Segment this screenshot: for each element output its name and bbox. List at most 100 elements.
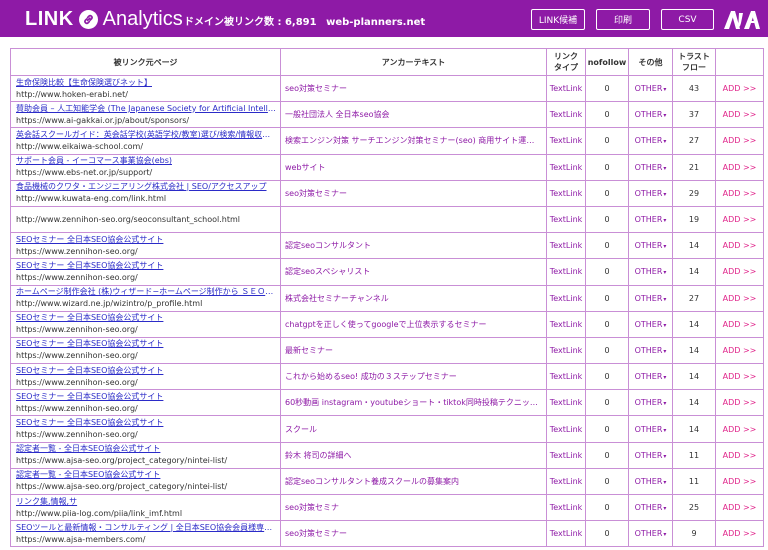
add-link-button[interactable]: ADD >> (715, 179, 764, 207)
caret-down-icon: ▾ (663, 295, 667, 303)
source-title-link[interactable]: SEOツールと最新情報・コンサルティング | 全日本SEO協会会員様専用サイト (16, 522, 276, 534)
add-link-button[interactable]: ADD >> (715, 493, 764, 522)
source-title-link[interactable]: SEOセミナー 全日本SEO協会公式サイト (16, 338, 276, 350)
link-type-cell: TextLink (546, 467, 586, 496)
other-dropdown[interactable]: OTHER▾ (628, 310, 673, 338)
source-title-link[interactable]: サポート会員 - イーコマース事業協会(ebs) (16, 155, 276, 167)
source-title-link[interactable]: SEOセミナー 全日本SEO協会公式サイト (16, 391, 276, 403)
chain-link-icon (78, 9, 98, 29)
nofollow-cell: 0 (585, 336, 629, 365)
link-candidates-button[interactable]: LINK候補 (531, 9, 585, 30)
add-link-button[interactable]: ADD >> (715, 258, 764, 286)
add-link-button[interactable]: ADD >> (715, 467, 764, 496)
backlink-count-label: ドメイン被リンク数 : 6,891 (184, 17, 317, 28)
column-header-other[interactable]: その他 (628, 48, 673, 76)
caret-down-icon: ▾ (663, 86, 667, 94)
table-row: リンク集,情報,サ http://www.piia-log.com/piia/li… (10, 493, 764, 522)
source-cell: SEOセミナー 全日本SEO協会公式サイト https://www.zenniho… (10, 232, 281, 260)
source-url: http://www.wizard.ne.jp/wizintro/p_profi… (16, 299, 203, 309)
add-link-button[interactable]: ADD >> (715, 389, 764, 417)
other-dropdown[interactable]: OTHER▾ (628, 284, 673, 312)
trust-flow-cell: 14 (672, 415, 716, 443)
table-row: SEOセミナー 全日本SEO協会公式サイト https://www.zenniho… (10, 336, 764, 365)
other-dropdown[interactable]: OTHER▾ (628, 232, 673, 260)
add-link-button[interactable]: ADD >> (715, 127, 764, 155)
add-link-button[interactable]: ADD >> (715, 153, 764, 181)
source-url: http://www.piia-log.com/piia/link_imf.ht… (16, 508, 183, 518)
add-link-button[interactable]: ADD >> (715, 336, 764, 365)
column-header-link-type[interactable]: リンク タイプ (546, 48, 586, 76)
source-title-link[interactable]: リンク集,情報,サ (16, 496, 276, 508)
trust-flow-cell: 37 (672, 101, 716, 129)
column-header-trust-flow[interactable]: トラスト フロー (672, 48, 716, 76)
add-link-button[interactable]: ADD >> (715, 415, 764, 443)
other-dropdown[interactable]: OTHER▾ (628, 336, 673, 365)
source-cell: リンク集,情報,サ http://www.piia-log.com/piia/li… (10, 493, 281, 522)
caret-down-icon: ▾ (663, 505, 667, 513)
anchor-text-cell: 鈴木 将司の詳細へ (280, 441, 547, 469)
print-button[interactable]: 印刷 (596, 9, 650, 30)
other-dropdown[interactable]: OTHER▾ (628, 101, 673, 129)
source-cell: ホームページ制作会社 (株)ウィザード−ホームページ制作から ＳＥＯ対策まで ht… (10, 284, 281, 312)
other-dropdown-label: OTHER (634, 319, 663, 329)
column-header-source[interactable]: 被リンク元ページ (10, 48, 281, 76)
link-type-header-line2: タイプ (554, 63, 578, 72)
other-dropdown[interactable]: OTHER▾ (628, 415, 673, 443)
add-link-button[interactable]: ADD >> (715, 74, 764, 103)
other-dropdown[interactable]: OTHER▾ (628, 467, 673, 496)
add-link-button[interactable]: ADD >> (715, 310, 764, 338)
link-type-header-line1: リンク (554, 52, 578, 61)
source-cell: サポート会員 - イーコマース事業協会(ebs) https://www.ebs-… (10, 153, 281, 181)
add-link-button[interactable]: ADD >> (715, 232, 764, 260)
nofollow-cell: 0 (585, 310, 629, 338)
source-title-link[interactable]: 食品機械のクワタ・エンジニアリング株式会社 | SEO/アクセスアップ (16, 181, 276, 193)
source-title-link[interactable]: 認定者一覧 - 全日本SEO協会公式サイト (16, 469, 276, 481)
table-row: ホームページ制作会社 (株)ウィザード−ホームページ制作から ＳＥＯ対策まで ht… (10, 284, 764, 312)
source-title-link[interactable]: 認定者一覧 - 全日本SEO協会公式サイト (16, 443, 276, 455)
add-link-button[interactable]: ADD >> (715, 205, 764, 234)
source-url: http://www.zennihon-seo.org/seoconsultan… (16, 214, 241, 224)
other-dropdown[interactable]: OTHER▾ (628, 389, 673, 417)
other-dropdown[interactable]: OTHER▾ (628, 153, 673, 181)
source-url: https://www.ajsa-seo.org/project_categor… (16, 456, 228, 466)
source-title-link[interactable]: 賛助会員 – 人工知能学会 (The Japanese Society for … (16, 103, 276, 115)
other-dropdown[interactable]: OTHER▾ (628, 363, 673, 391)
anchor-text-cell: 検索エンジン対策 サーチエンジン対策セミナー(seo) 商用サイト運営者向け (280, 127, 547, 155)
source-title-link[interactable]: SEOセミナー 全日本SEO協会公式サイト (16, 234, 276, 246)
source-cell: 認定者一覧 - 全日本SEO協会公式サイト https://www.ajsa-se… (10, 467, 281, 496)
csv-button[interactable]: CSV (661, 9, 714, 30)
add-link-button[interactable]: ADD >> (715, 520, 764, 548)
other-dropdown[interactable]: OTHER▾ (628, 179, 673, 207)
source-title-link[interactable]: ホームページ制作会社 (株)ウィザード−ホームページ制作から ＳＥＯ対策まで (16, 286, 276, 298)
column-header-nofollow[interactable]: nofollow (585, 48, 629, 76)
source-title-link[interactable]: 生命保険比較【生命保険選びネット】 (16, 77, 276, 89)
other-dropdown-label: OTHER (634, 424, 663, 434)
trust-flow-cell: 11 (672, 441, 716, 469)
other-dropdown-label: OTHER (634, 372, 663, 382)
other-dropdown[interactable]: OTHER▾ (628, 127, 673, 155)
add-link-button[interactable]: ADD >> (715, 441, 764, 469)
other-dropdown[interactable]: OTHER▾ (628, 74, 673, 103)
source-url: https://www.zennihon-seo.org/ (16, 377, 138, 387)
other-dropdown[interactable]: OTHER▾ (628, 493, 673, 522)
source-url: https://www.zennihon-seo.org/ (16, 430, 138, 440)
other-dropdown[interactable]: OTHER▾ (628, 258, 673, 286)
source-title-link[interactable]: SEOセミナー 全日本SEO協会公式サイト (16, 312, 276, 324)
other-dropdown[interactable]: OTHER▾ (628, 441, 673, 469)
other-dropdown[interactable]: OTHER▾ (628, 205, 673, 234)
nofollow-cell: 0 (585, 101, 629, 129)
add-link-button[interactable]: ADD >> (715, 284, 764, 312)
brand-logo[interactable]: LINK Analytics (25, 7, 183, 31)
add-link-button[interactable]: ADD >> (715, 363, 764, 391)
table-row: 食品機械のクワタ・エンジニアリング株式会社 | SEO/アクセスアップ http:… (10, 179, 764, 207)
column-header-anchor[interactable]: アンカーテキスト (280, 48, 547, 76)
link-type-cell: TextLink (546, 284, 586, 312)
source-title-link[interactable]: SEOセミナー 全日本SEO協会公式サイト (16, 365, 276, 377)
source-url: https://www.ebs-net.or.jp/support/ (16, 168, 153, 178)
caret-down-icon: ▾ (663, 190, 667, 198)
source-title-link[interactable]: 英会話スクールガイド：英会話学校(英語学校/教室)選び/検索/情報収集サイト (16, 129, 276, 141)
other-dropdown[interactable]: OTHER▾ (628, 520, 673, 548)
add-link-button[interactable]: ADD >> (715, 101, 764, 129)
source-title-link[interactable]: SEOセミナー 全日本SEO協会公式サイト (16, 417, 276, 429)
source-title-link[interactable]: SEOセミナー 全日本SEO協会公式サイト (16, 260, 276, 272)
